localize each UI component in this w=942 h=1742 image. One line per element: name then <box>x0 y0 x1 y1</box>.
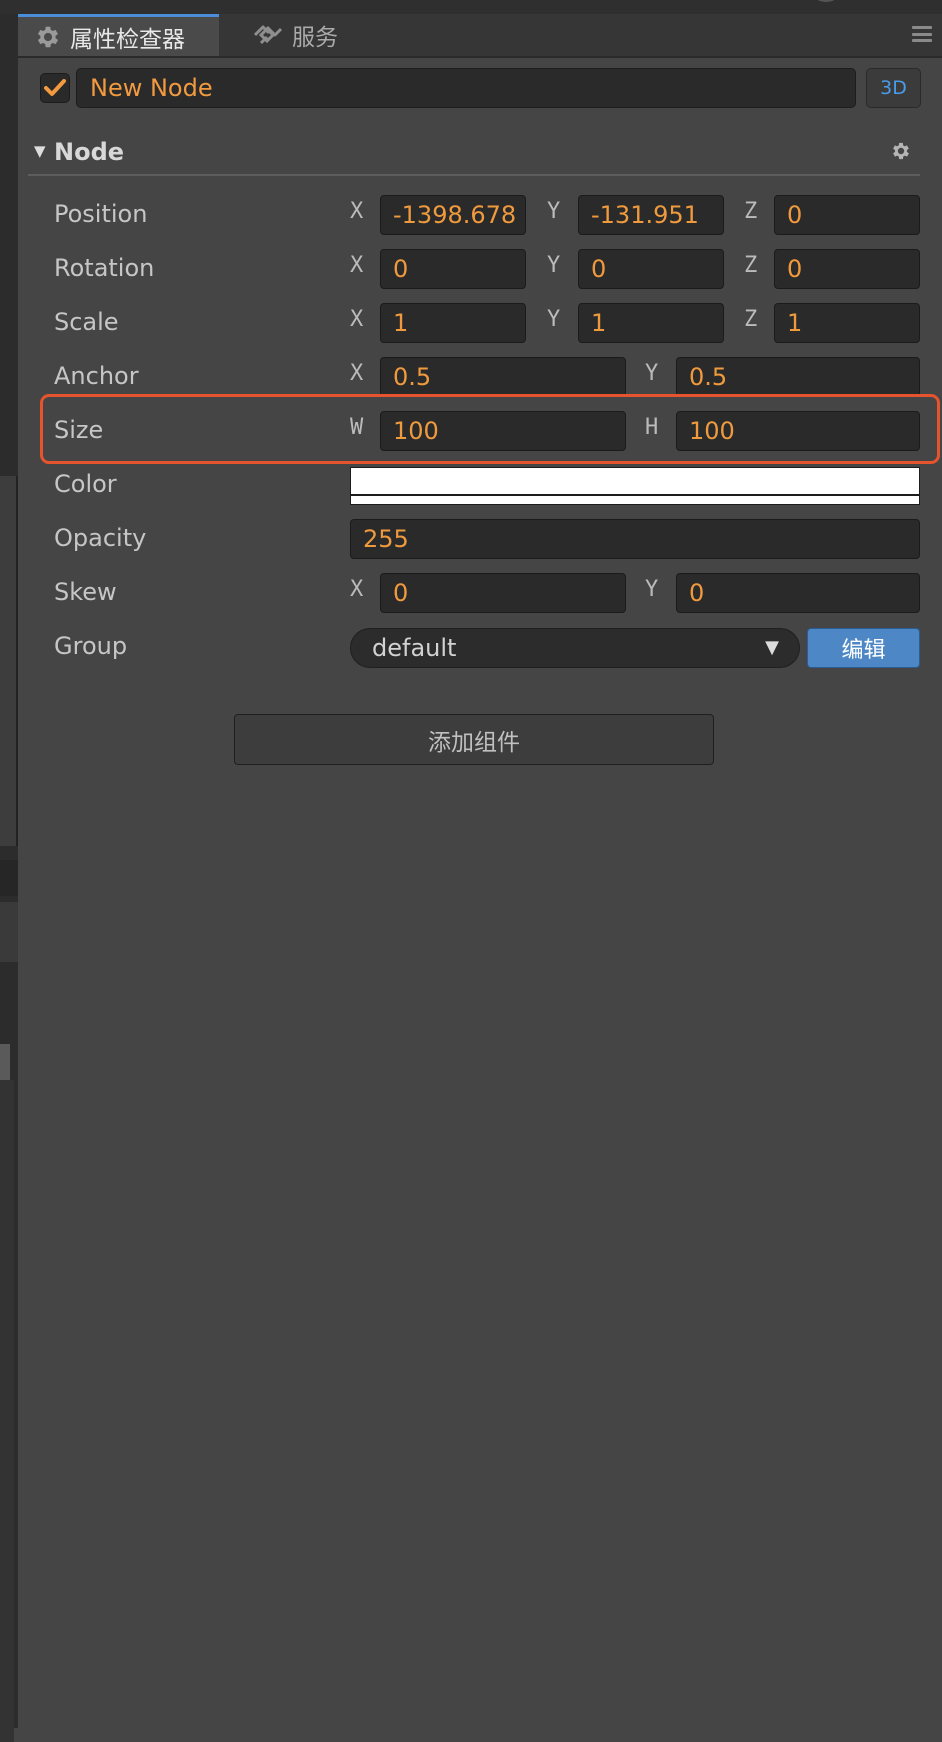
panel-tab-bar: 属性检查器 服务 <box>18 14 942 58</box>
color-label: Color <box>54 470 117 498</box>
position-y-input[interactable]: -131.951 <box>578 195 724 235</box>
scale-y-axis-label: Y <box>547 307 561 332</box>
gear-icon <box>34 23 62 51</box>
color-picker-swatch[interactable] <box>350 467 920 505</box>
position-y-axis-label: Y <box>547 199 561 224</box>
anchor-x-axis-label: X <box>350 361 364 386</box>
section-settings-icon[interactable] <box>890 140 912 166</box>
size-h-axis-label: H <box>645 415 659 440</box>
rotation-z-axis-label: Z <box>744 253 758 278</box>
edit-group-button[interactable]: 编辑 <box>807 628 920 668</box>
node-enabled-checkbox[interactable] <box>40 73 70 103</box>
anchor-label: Anchor <box>54 362 139 390</box>
scale-x-axis-label: X <box>350 307 364 332</box>
anchor-y-input[interactable]: 0.5 <box>676 357 920 397</box>
skew-y-input[interactable]: 0 <box>676 573 920 613</box>
opacity-label: Opacity <box>54 524 147 552</box>
scale-z-axis-label: Z <box>744 307 758 332</box>
scale-z-input[interactable]: 1 <box>774 303 920 343</box>
alpha-bar <box>351 494 919 504</box>
position-x-input[interactable]: -1398.678 <box>380 195 526 235</box>
skew-x-input[interactable]: 0 <box>380 573 626 613</box>
position-z-input[interactable]: 0 <box>774 195 920 235</box>
skew-x-axis-label: X <box>350 577 364 602</box>
scale-y-input[interactable]: 1 <box>578 303 724 343</box>
group-select-value: default <box>372 634 457 662</box>
top-knob <box>815 0 837 2</box>
tab-services[interactable]: 服务 <box>232 14 338 56</box>
position-z-axis-label: Z <box>744 199 758 224</box>
opacity-input[interactable]: 255 <box>350 519 920 559</box>
size-height-input[interactable]: 100 <box>676 411 920 451</box>
collapse-triangle-icon[interactable]: ▼ <box>34 142 46 160</box>
skew-label: Skew <box>54 578 117 606</box>
left-panel-strip <box>0 14 18 1742</box>
anchor-x-input[interactable]: 0.5 <box>380 357 626 397</box>
group-select[interactable]: default ▼ <box>350 628 800 668</box>
rotation-x-input[interactable]: 0 <box>380 249 526 289</box>
position-label: Position <box>54 200 148 228</box>
dropdown-arrow-icon: ▼ <box>765 637 779 658</box>
size-label: Size <box>54 416 104 444</box>
check-icon <box>44 79 66 96</box>
skew-y-axis-label: Y <box>645 577 659 602</box>
anchor-y-axis-label: Y <box>645 361 659 386</box>
panel-menu-icon[interactable] <box>912 26 932 42</box>
rotation-x-axis-label: X <box>350 253 364 278</box>
add-component-button[interactable]: 添加组件 <box>234 714 714 765</box>
rotation-label: Rotation <box>54 254 155 282</box>
tab-inspector[interactable]: 属性检查器 <box>18 14 219 56</box>
size-w-axis-label: W <box>350 415 364 440</box>
tab-inspector-label: 属性检查器 <box>70 26 185 53</box>
rotation-z-input[interactable]: 0 <box>774 249 920 289</box>
rotation-y-axis-label: Y <box>547 253 561 278</box>
node-name-input[interactable]: New Node <box>76 68 856 108</box>
position-x-axis-label: X <box>350 199 364 224</box>
service-icon <box>252 24 284 46</box>
window-top-bar <box>0 0 942 14</box>
toggle-3d-button[interactable]: 3D <box>866 68 921 108</box>
group-label: Group <box>54 632 128 660</box>
node-section-header[interactable]: ▼ Node <box>28 134 920 176</box>
section-title: Node <box>54 138 125 166</box>
rotation-y-input[interactable]: 0 <box>578 249 724 289</box>
scale-x-input[interactable]: 1 <box>380 303 526 343</box>
scale-label: Scale <box>54 308 119 336</box>
tab-services-label: 服务 <box>292 25 338 51</box>
size-width-input[interactable]: 100 <box>380 411 626 451</box>
